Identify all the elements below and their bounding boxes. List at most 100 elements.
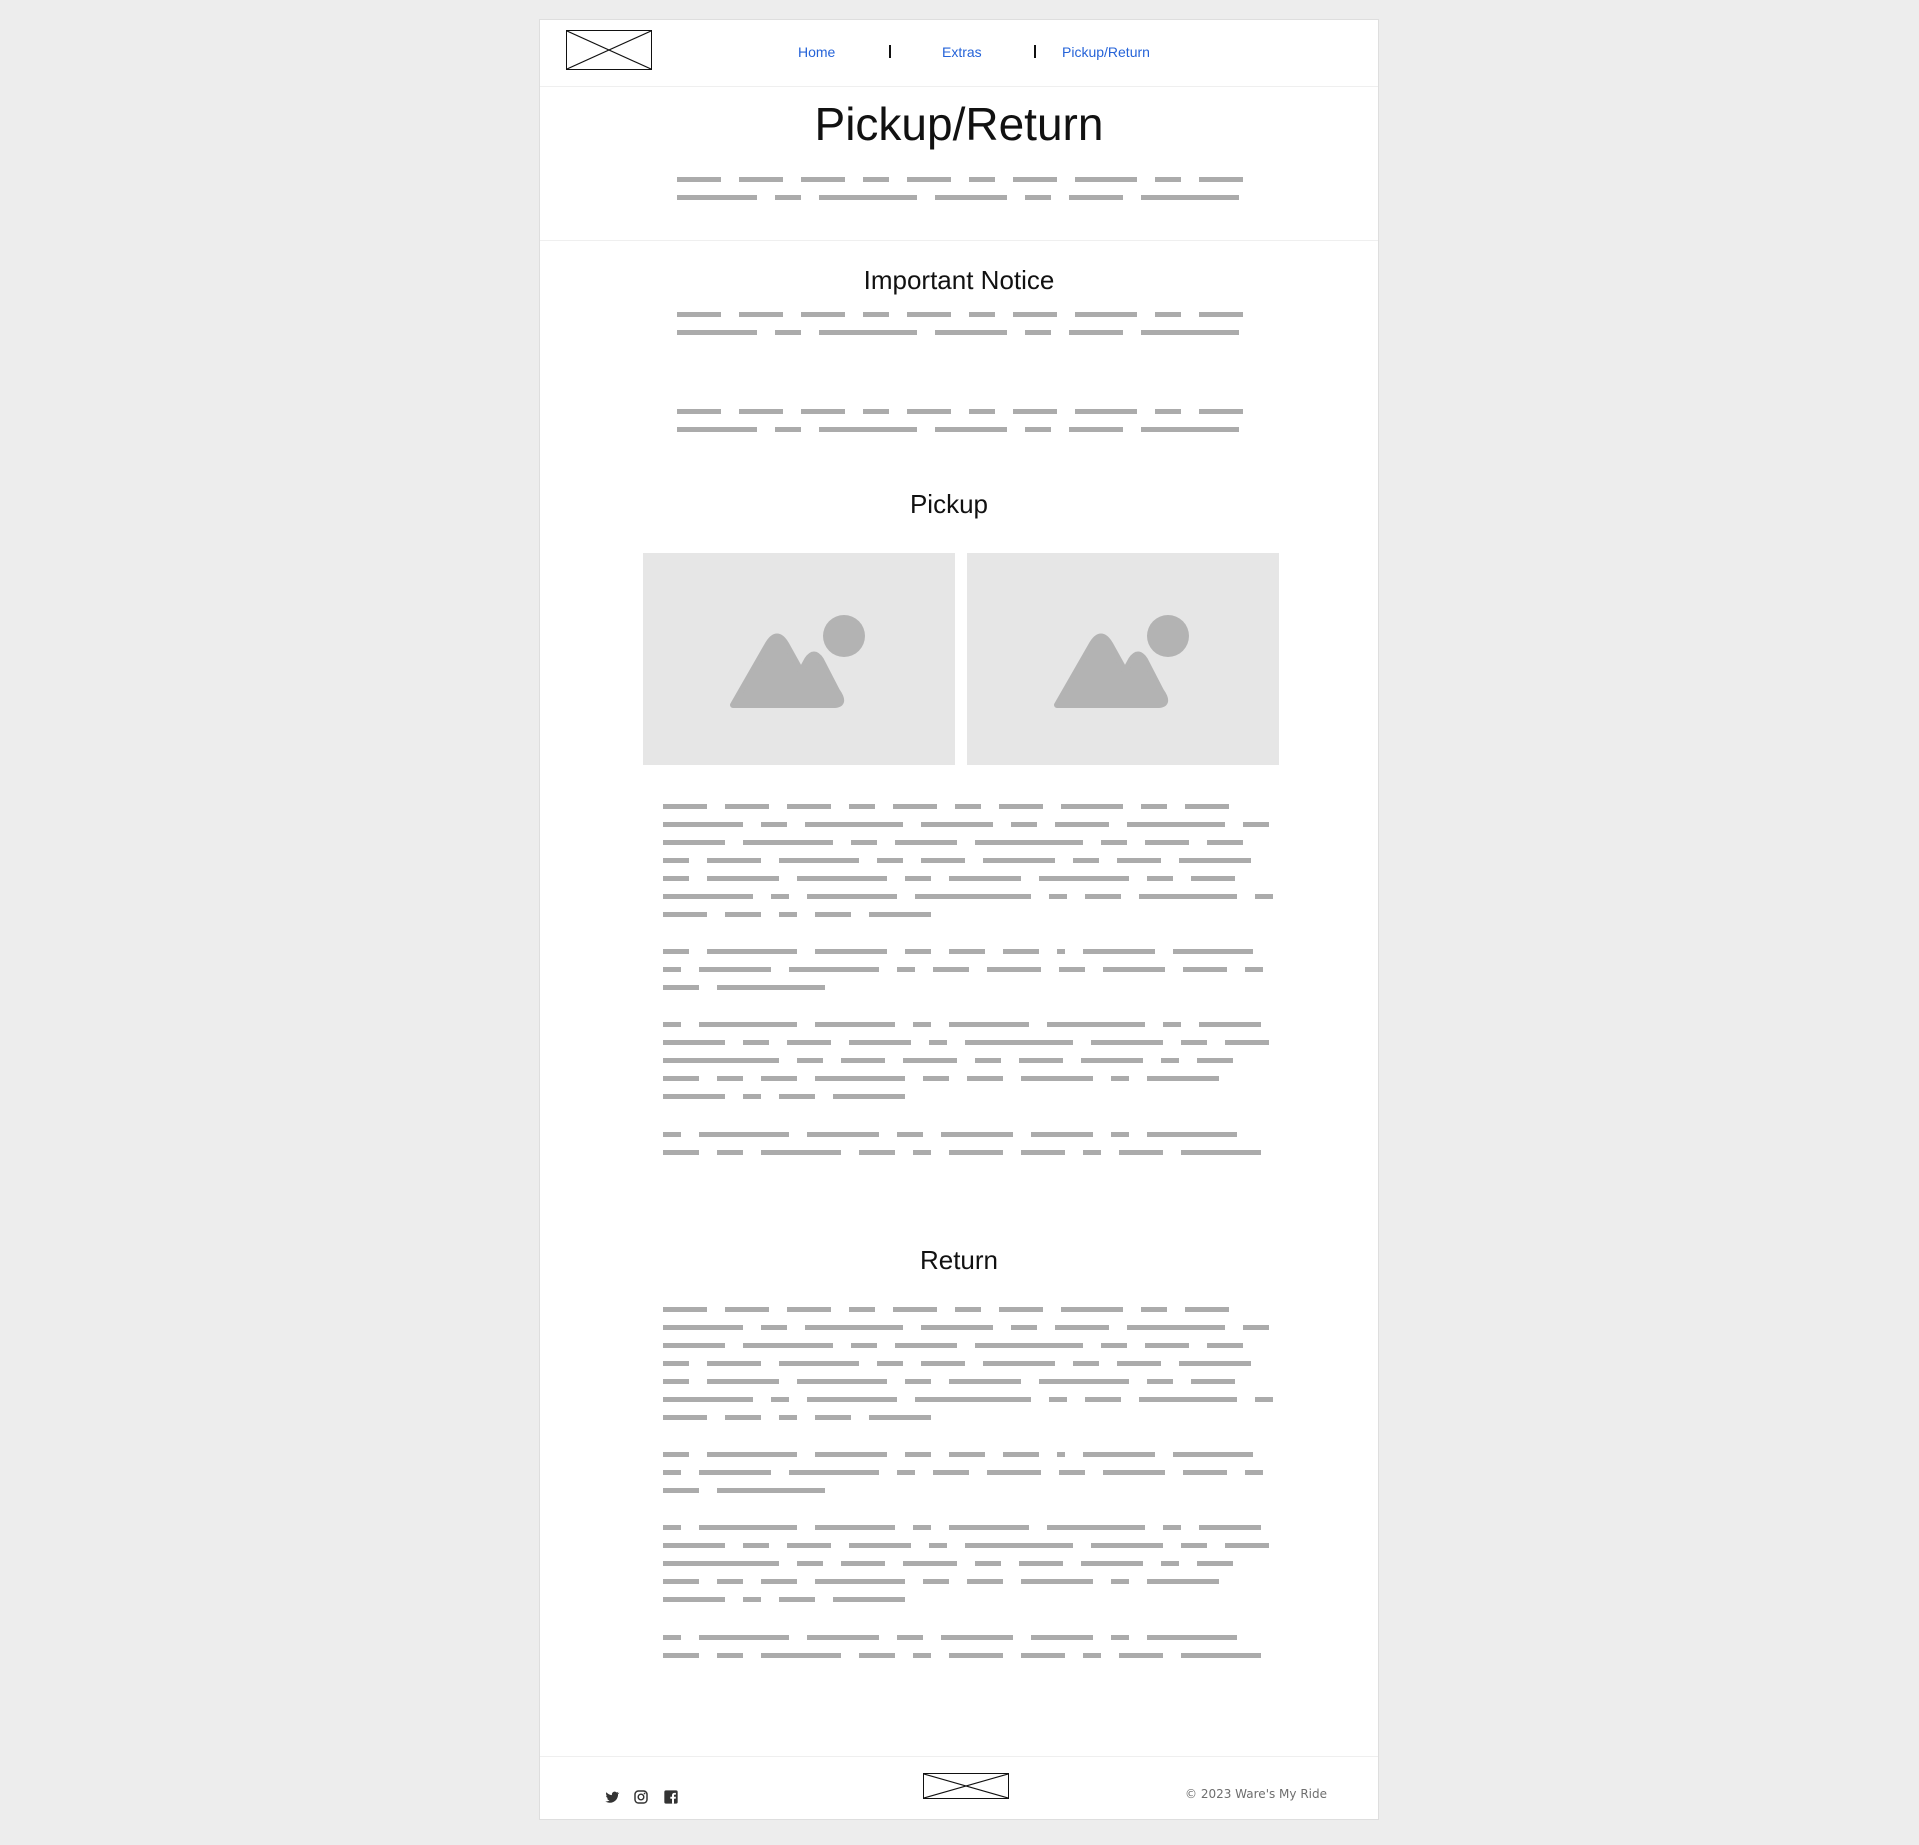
text-dash xyxy=(1173,949,1253,954)
text-dash xyxy=(1141,427,1239,432)
text-dash xyxy=(903,1058,957,1063)
nav-link-pickup-return[interactable]: Pickup/Return xyxy=(1062,44,1150,60)
twitter-icon[interactable] xyxy=(604,1789,620,1805)
text-dash xyxy=(761,1579,797,1584)
text-dash xyxy=(913,1022,931,1027)
text-dash xyxy=(1085,1397,1121,1402)
footer-logo-placeholder[interactable] xyxy=(923,1773,1009,1799)
text-dash xyxy=(849,1543,911,1548)
text-dash xyxy=(797,876,887,881)
text-dash xyxy=(923,1579,949,1584)
text-dash xyxy=(819,427,917,432)
text-dash xyxy=(707,1379,779,1384)
text-dash xyxy=(949,1150,1003,1155)
text-dash xyxy=(743,1543,769,1548)
text-dash xyxy=(915,894,1031,899)
text-dash xyxy=(815,1525,895,1530)
text-dash xyxy=(1073,858,1099,863)
text-dash xyxy=(815,1415,851,1420)
text-dash xyxy=(787,1307,831,1312)
text-dash xyxy=(807,1132,879,1137)
text-dash xyxy=(921,858,965,863)
text-dash xyxy=(849,1307,875,1312)
text-dash xyxy=(1147,1132,1237,1137)
text-dash xyxy=(1145,1343,1189,1348)
text-dash xyxy=(677,427,757,432)
text-dash xyxy=(929,1040,947,1045)
text-dash xyxy=(1225,1543,1269,1548)
text-dash xyxy=(663,894,753,899)
text-dash xyxy=(663,858,689,863)
text-dash xyxy=(717,1150,743,1155)
text-dash xyxy=(1163,1525,1181,1530)
text-dash xyxy=(663,1415,707,1420)
text-dash xyxy=(967,1076,1003,1081)
text-dash xyxy=(1191,1379,1235,1384)
text-dash xyxy=(897,1470,915,1475)
text-dash xyxy=(775,427,801,432)
nav-link-home[interactable]: Home xyxy=(798,44,835,60)
text-dash xyxy=(761,1653,841,1658)
text-dash xyxy=(819,330,917,335)
text-dash xyxy=(1069,427,1123,432)
image-placeholder xyxy=(967,553,1279,765)
text-dash xyxy=(975,1058,1001,1063)
text-dash xyxy=(761,822,787,827)
nav-link-extras[interactable]: Extras xyxy=(942,44,982,60)
text-dash xyxy=(787,1543,831,1548)
text-dash xyxy=(1163,1022,1181,1027)
text-dash xyxy=(949,1452,985,1457)
text-dash xyxy=(807,1397,897,1402)
text-dash xyxy=(775,330,801,335)
text-dash xyxy=(1183,1470,1227,1475)
text-dash xyxy=(905,949,931,954)
text-dash xyxy=(1083,1150,1101,1155)
text-dash xyxy=(1117,858,1161,863)
text-dash xyxy=(1085,894,1121,899)
text-dash xyxy=(789,1470,879,1475)
text-dash xyxy=(663,967,681,972)
text-dash xyxy=(663,822,743,827)
logo-placeholder[interactable] xyxy=(566,30,652,70)
text-dash xyxy=(897,967,915,972)
text-dash xyxy=(717,1579,743,1584)
text-dash xyxy=(663,1488,699,1493)
text-dash xyxy=(1145,840,1189,845)
text-dash xyxy=(1039,876,1129,881)
text-dash xyxy=(743,1040,769,1045)
text-dash xyxy=(975,1561,1001,1566)
text-dash xyxy=(815,1452,887,1457)
text-dash xyxy=(1101,1343,1127,1348)
text-dash xyxy=(807,1635,879,1640)
nav-separator xyxy=(1034,45,1036,58)
text-dash xyxy=(949,1379,1021,1384)
text-dash xyxy=(1021,1150,1065,1155)
text-dash xyxy=(1255,894,1273,899)
text-dash xyxy=(849,1040,911,1045)
text-dash xyxy=(1047,1022,1145,1027)
text-dash xyxy=(707,949,797,954)
text-dash xyxy=(1199,177,1243,182)
facebook-icon[interactable] xyxy=(663,1789,679,1805)
text-dash xyxy=(1207,840,1243,845)
text-dash xyxy=(1207,1343,1243,1348)
text-dash xyxy=(933,1470,969,1475)
instagram-icon[interactable] xyxy=(633,1789,649,1805)
text-dash xyxy=(983,858,1055,863)
text-dash xyxy=(1185,804,1229,809)
text-dash xyxy=(965,1040,1073,1045)
text-dash xyxy=(663,1058,779,1063)
text-dash xyxy=(1057,1452,1065,1457)
text-dash xyxy=(725,1415,761,1420)
text-dash xyxy=(1011,1325,1037,1330)
text-dash xyxy=(967,1579,1003,1584)
text-dash xyxy=(905,876,931,881)
text-dash xyxy=(801,409,845,414)
text-dash xyxy=(1119,1150,1163,1155)
text-dash xyxy=(819,195,917,200)
text-dash xyxy=(1081,1058,1143,1063)
text-dash xyxy=(1073,1361,1099,1366)
text-dash xyxy=(1055,1325,1109,1330)
text-dash xyxy=(743,1343,833,1348)
text-dash xyxy=(913,1150,931,1155)
